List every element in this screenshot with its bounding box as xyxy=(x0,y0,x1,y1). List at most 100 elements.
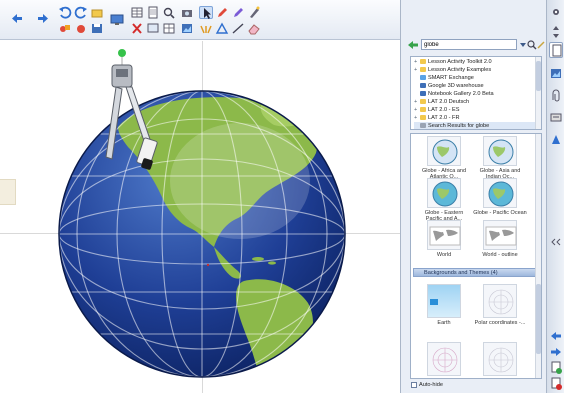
creative-pen-icon xyxy=(234,8,243,17)
addons-tab[interactable] xyxy=(549,132,563,148)
tree-scrollbar[interactable] xyxy=(535,57,541,129)
tool-button-b[interactable] xyxy=(74,22,88,35)
tree-item-label: Search Results for globe xyxy=(428,123,490,129)
gallery-tab[interactable] xyxy=(549,66,563,82)
tool-button-f[interactable] xyxy=(180,6,194,19)
fill-button[interactable] xyxy=(199,22,213,35)
pointer-icon xyxy=(204,8,211,19)
options-icon[interactable] xyxy=(536,39,546,51)
back-arrow-icon[interactable] xyxy=(407,39,419,51)
background-thumbnail[interactable] xyxy=(473,342,527,378)
page-sorter-side-tab[interactable] xyxy=(549,42,563,58)
globe-thumbnail-icon xyxy=(427,178,461,208)
gallery-thumbnail[interactable]: World xyxy=(417,220,471,258)
shape-button[interactable] xyxy=(215,22,229,35)
gallery-thumbnail[interactable]: Globe - Pacific Ocean xyxy=(473,178,527,216)
background-thumbnail[interactable]: Earth xyxy=(417,284,471,326)
next-page-tab[interactable] xyxy=(549,344,563,360)
forward-button[interactable] xyxy=(36,12,50,25)
delete-button[interactable] xyxy=(130,22,144,35)
compass-tool[interactable] xyxy=(96,47,176,177)
sidebar-tab-strip xyxy=(546,0,564,393)
tool-button-c[interactable] xyxy=(130,6,144,19)
thumbnail-label: World - outline xyxy=(482,252,518,258)
blue-icon xyxy=(420,91,426,97)
tree-item-label: LAT 2.0 Deutsch xyxy=(428,99,470,105)
folder-button[interactable] xyxy=(90,6,104,19)
prev-page-tab[interactable] xyxy=(549,328,563,344)
tool-button-h[interactable] xyxy=(162,22,176,35)
polar-grid-icon xyxy=(483,342,517,376)
updown-tab[interactable] xyxy=(549,24,563,40)
tree-item[interactable]: + Lesson Activity Toolkit 2.0 xyxy=(414,58,536,66)
magic-pen-button[interactable] xyxy=(247,6,261,19)
table-icon xyxy=(131,7,143,18)
triangle-icon xyxy=(215,22,229,34)
gallery-thumbnail[interactable]: Globe - Asia and Indian Oc... xyxy=(473,136,527,180)
category-bar[interactable]: Backgrounds and Themes (4) xyxy=(413,268,539,277)
eraser-button[interactable] xyxy=(247,22,261,35)
tree-item[interactable]: Google 3D warehouse xyxy=(414,82,536,90)
folder-icon xyxy=(420,99,426,105)
eraser-icon xyxy=(248,24,260,35)
tool-button-g[interactable] xyxy=(146,22,160,35)
thumbnail-label: Polar coordinates -... xyxy=(474,320,526,326)
settings-tab[interactable] xyxy=(549,6,563,22)
select-button[interactable] xyxy=(199,6,213,19)
add-page-icon xyxy=(551,361,562,374)
tree-item[interactable]: + LAT 2.0 Deutsch xyxy=(414,98,536,106)
gallery-thumbnail[interactable]: World - outline xyxy=(473,220,527,258)
save-button[interactable] xyxy=(90,22,104,35)
tool-button-d[interactable] xyxy=(146,6,160,19)
pen-button[interactable] xyxy=(215,6,229,19)
tree-item[interactable]: SMART Exchange xyxy=(414,74,536,82)
collapse-tab[interactable] xyxy=(549,234,563,250)
autohide-checkbox[interactable] xyxy=(411,381,417,388)
delete-page-icon xyxy=(551,377,562,390)
line-button[interactable] xyxy=(231,22,245,35)
gallery-search-input[interactable] xyxy=(421,39,517,50)
rotate-handle[interactable] xyxy=(118,49,126,57)
blue-icon xyxy=(420,83,426,89)
properties-tab[interactable] xyxy=(549,110,563,126)
tree-item[interactable]: + Lesson Activity Examples xyxy=(414,66,536,74)
tree-item[interactable]: Search Results for globe xyxy=(414,122,536,129)
gear-icon xyxy=(553,9,559,15)
back-button[interactable] xyxy=(10,12,24,25)
gallery-thumbnail[interactable]: Globe - Africa and Atlantic O... xyxy=(417,136,471,180)
gallery-thumbnail[interactable]: Globe - Eastern Pacific and A... xyxy=(417,178,471,222)
category-label: Backgrounds and Themes (4) xyxy=(424,270,498,276)
creative-pen-button[interactable] xyxy=(231,6,245,19)
tree-item[interactable]: + LAT 2.0 - FR xyxy=(414,114,536,122)
tool-button-e[interactable] xyxy=(162,6,176,19)
attachments-tab[interactable] xyxy=(549,88,563,104)
tree-item[interactable]: Notebook Gallery 2.0 Beta xyxy=(414,90,536,98)
autohide-row[interactable]: Auto-hide xyxy=(411,381,443,389)
magic-pen-icon xyxy=(250,6,260,18)
world-map-thumbnail-icon xyxy=(427,220,461,250)
tree-item-label: LAT 2.0 - FR xyxy=(428,115,460,121)
undo-button[interactable] xyxy=(58,6,72,19)
whiteboard-canvas[interactable] xyxy=(0,41,400,393)
delete-page-tab[interactable] xyxy=(549,376,563,392)
gallery-search-row xyxy=(405,38,546,52)
search-icon xyxy=(420,123,426,129)
polar-grid-icon xyxy=(483,284,517,318)
tool-button-a[interactable] xyxy=(58,22,72,35)
tree-item[interactable]: + LAT 2.0 - ES xyxy=(414,106,536,114)
camera-icon xyxy=(182,10,192,17)
properties-icon xyxy=(550,113,562,122)
record-icon xyxy=(77,25,85,33)
updown-arrow-icon xyxy=(553,26,559,38)
background-thumbnail[interactable]: Polar coordinates -... xyxy=(473,284,527,326)
add-page-tab[interactable] xyxy=(549,360,563,376)
redo-button[interactable] xyxy=(74,6,88,19)
screen-shade-button[interactable] xyxy=(110,13,124,26)
screen-shade-icon xyxy=(110,14,124,25)
globe-thumbnail-icon xyxy=(483,136,517,166)
delete-x-icon xyxy=(132,23,142,34)
globe-image[interactable] xyxy=(0,41,400,393)
background-thumbnail[interactable] xyxy=(417,342,471,378)
gallery-scrollbar[interactable] xyxy=(535,134,541,378)
tool-button-i[interactable] xyxy=(180,22,194,35)
